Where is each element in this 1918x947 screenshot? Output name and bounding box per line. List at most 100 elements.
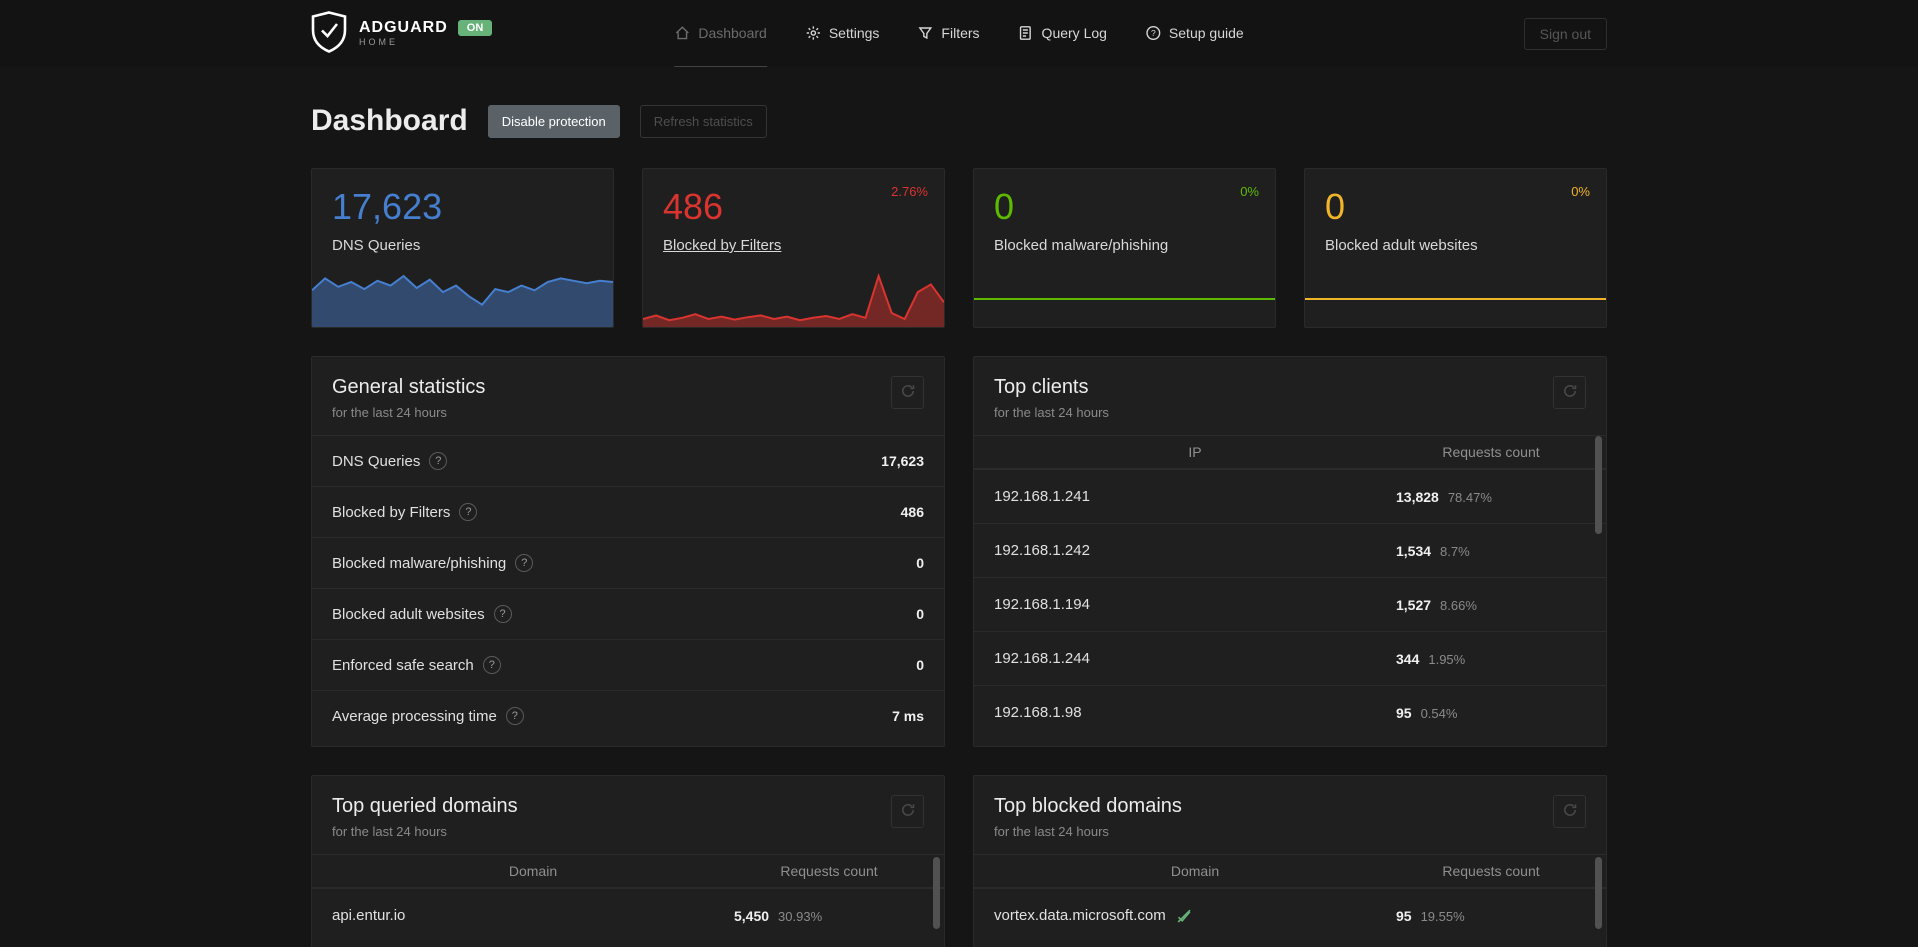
column-header-requests-count: Requests count — [1442, 863, 1540, 879]
blocked-malware-value: 0 — [994, 186, 1015, 227]
sign-out-button[interactable]: Sign out — [1523, 17, 1607, 50]
scrollbar-thumb[interactable] — [1595, 436, 1602, 534]
nav-item-setup-guide[interactable]: ? Setup guide — [1145, 0, 1244, 67]
dns-queries-value: 17,623 — [332, 186, 443, 227]
disable-protection-button[interactable]: Disable protection — [487, 104, 620, 138]
blocked-filters-link[interactable]: Blocked by Filters — [663, 237, 781, 254]
top-clients-refresh-button[interactable] — [1553, 376, 1586, 409]
general-stat-row: Enforced safe search? 0 — [312, 639, 944, 690]
help-circle-icon: ? — [1145, 25, 1161, 41]
column-header-domain: Domain — [508, 863, 558, 879]
client-ip[interactable]: 192.168.1.98 — [994, 704, 1396, 721]
blocked-filters-percent: 2.76% — [891, 184, 928, 199]
top-clients-subtitle: for the last 24 hours — [994, 405, 1109, 420]
filter-funnel-icon — [917, 25, 933, 41]
blocked-malware-percent: 0% — [1240, 184, 1259, 199]
general-stat-row: DNS Queries? 17,623 — [312, 435, 944, 486]
top-blocked-domains-refresh-button[interactable] — [1553, 795, 1586, 828]
scrollbar-thumb[interactable] — [1595, 857, 1602, 929]
top-blocked-domains-panel: Top blocked domains for the last 24 hour… — [973, 775, 1607, 947]
general-statistics-refresh-button[interactable] — [891, 376, 924, 409]
top-queried-domains-title: Top queried domains — [332, 795, 518, 817]
client-row: 192.168.1.242 1,534 8.7% — [974, 523, 1606, 577]
general-stat-row: Blocked adult websites? 0 — [312, 588, 944, 639]
client-ip[interactable]: 192.168.1.242 — [994, 542, 1396, 559]
stat-card-blocked-adult: 0% 0 Blocked adult websites — [1304, 168, 1607, 328]
refresh-statistics-button[interactable]: Refresh statistics — [639, 104, 767, 138]
domain-row: api.entur.io 5,450 30.93% — [312, 888, 944, 942]
help-icon[interactable]: ? — [505, 707, 524, 725]
home-icon — [674, 25, 690, 41]
client-row: 192.168.1.241 13,828 78.47% — [974, 469, 1606, 523]
top-queried-domains-refresh-button[interactable] — [891, 795, 924, 828]
blocked-malware-sparkline — [974, 271, 1275, 327]
gear-icon — [805, 25, 821, 41]
top-blocked-domains-subtitle: for the last 24 hours — [994, 824, 1109, 839]
stat-card-dns-queries: 17,623 DNS Queries — [311, 168, 614, 328]
column-header-requests-count: Requests count — [1442, 444, 1540, 460]
column-header-domain: Domain — [1170, 863, 1220, 879]
top-blocked-domains-title: Top blocked domains — [994, 795, 1182, 817]
help-icon[interactable]: ? — [493, 605, 512, 623]
page-title: Dashboard — [311, 104, 468, 137]
general-stat-row: Average processing time? 7 ms — [312, 690, 944, 741]
general-statistics-title: General statistics — [332, 376, 486, 398]
top-clients-table-header: IP Requests count — [974, 435, 1606, 469]
client-row: 192.168.1.244 344 1.95% — [974, 631, 1606, 685]
blocked-malware-label: Blocked malware/phishing — [994, 237, 1169, 254]
allowlist-check-slash-icon[interactable] — [1175, 907, 1193, 925]
refresh-icon — [900, 383, 916, 402]
protection-status-badge: ON — [457, 19, 493, 36]
queried-domain[interactable]: api.entur.io — [332, 907, 734, 924]
domain-row: vortex.data.microsoft.com 95 19.55% — [974, 888, 1606, 942]
blocked-adult-percent: 0% — [1571, 184, 1590, 199]
general-statistics-subtitle: for the last 24 hours — [332, 405, 447, 420]
adguard-shield-logo-icon — [311, 11, 347, 56]
top-queried-domains-panel: Top queried domains for the last 24 hour… — [311, 775, 945, 947]
dns-queries-label: DNS Queries — [332, 237, 421, 254]
stat-card-blocked-filters: 2.76% 486 Blocked by Filters — [642, 168, 945, 328]
help-icon[interactable]: ? — [429, 452, 448, 470]
nav-item-query-log[interactable]: Query Log — [1018, 0, 1107, 67]
column-header-requests-count: Requests count — [780, 863, 878, 879]
svg-text:?: ? — [1151, 28, 1156, 38]
general-stat-row: Blocked by Filters? 486 — [312, 486, 944, 537]
column-header-ip: IP — [1188, 444, 1202, 460]
client-ip[interactable]: 192.168.1.194 — [994, 596, 1396, 613]
blocked-adult-label: Blocked adult websites — [1325, 237, 1478, 254]
stat-card-blocked-malware: 0% 0 Blocked malware/phishing — [973, 168, 1276, 328]
general-statistics-panel: General statistics for the last 24 hours… — [311, 356, 945, 747]
client-ip[interactable]: 192.168.1.241 — [994, 488, 1396, 505]
dns-queries-sparkline — [312, 271, 613, 327]
top-clients-panel: Top clients for the last 24 hours IP Req… — [973, 356, 1607, 747]
top-clients-title: Top clients — [994, 376, 1089, 398]
client-ip[interactable]: 192.168.1.244 — [994, 650, 1396, 667]
help-icon[interactable]: ? — [482, 656, 501, 674]
help-icon[interactable]: ? — [515, 554, 534, 572]
blocked-adult-sparkline — [1305, 271, 1606, 327]
client-row: 192.168.1.98 95 0.54% — [974, 685, 1606, 739]
nav-item-settings[interactable]: Settings — [805, 0, 879, 67]
brand-sub: HOME — [359, 37, 398, 48]
help-icon[interactable]: ? — [459, 503, 478, 521]
general-stat-row: Blocked malware/phishing? 0 — [312, 537, 944, 588]
blocked-domain[interactable]: vortex.data.microsoft.com — [994, 907, 1166, 924]
top-navbar: ADGUARD ON HOME Dashboard Settings Filte… — [0, 0, 1918, 67]
client-row: 192.168.1.194 1,527 8.66% — [974, 577, 1606, 631]
refresh-icon — [900, 802, 916, 821]
scrollbar-thumb[interactable] — [933, 857, 940, 929]
document-log-icon — [1018, 25, 1034, 41]
stat-cards-row: 17,623 DNS Queries 2.76% 486 Blocked by … — [311, 168, 1607, 328]
nav-item-filters[interactable]: Filters — [917, 0, 980, 67]
top-queried-domains-subtitle: for the last 24 hours — [332, 824, 447, 839]
blocked-adult-value: 0 — [1325, 186, 1346, 227]
main-nav: Dashboard Settings Filters Query Log ? S… — [674, 0, 1244, 67]
refresh-icon — [1562, 383, 1578, 402]
blocked-filters-sparkline — [643, 271, 944, 327]
refresh-icon — [1562, 802, 1578, 821]
top-queried-domains-table-header: Domain Requests count — [312, 854, 944, 888]
top-blocked-domains-table-header: Domain Requests count — [974, 854, 1606, 888]
nav-item-dashboard[interactable]: Dashboard — [674, 0, 767, 67]
brand-name: ADGUARD — [359, 18, 448, 36]
brand: ADGUARD ON HOME — [311, 11, 493, 56]
